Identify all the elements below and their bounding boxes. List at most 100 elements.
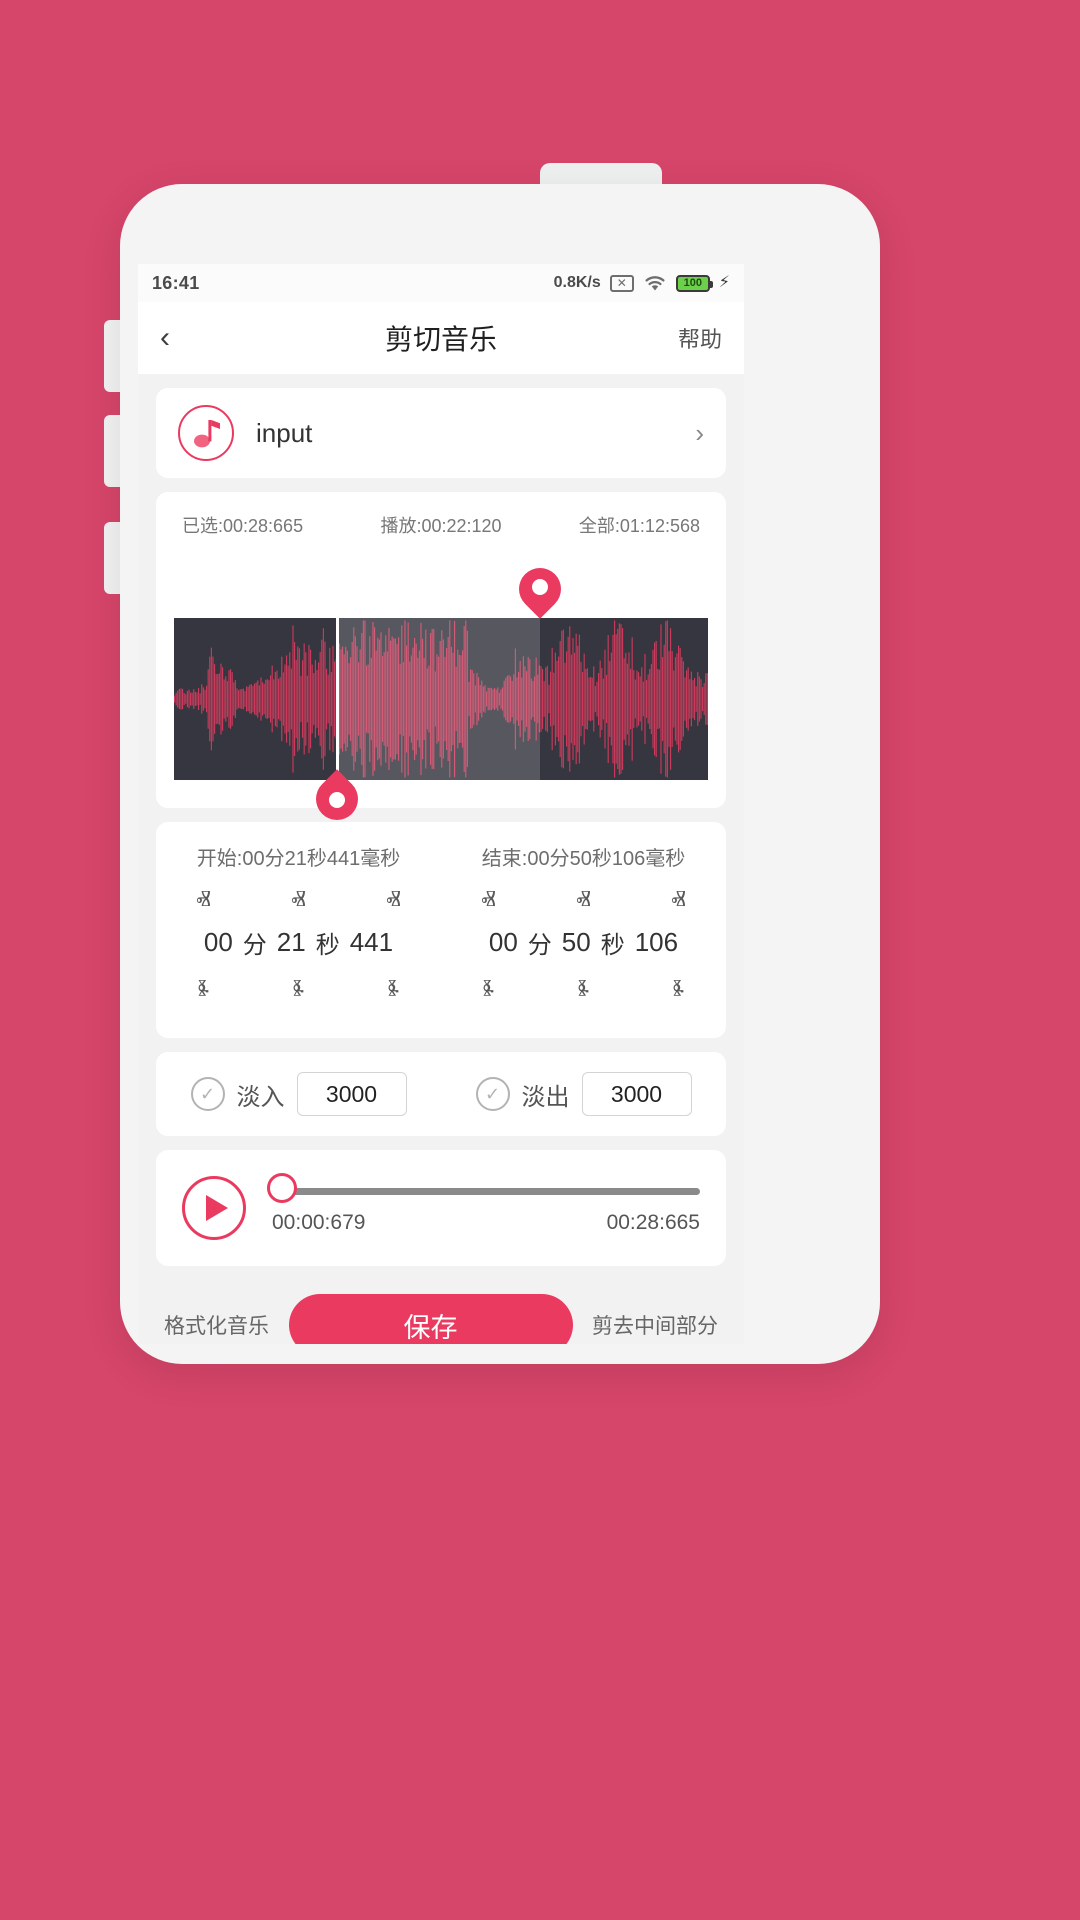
- end-seconds-value: 50: [561, 927, 591, 957]
- start-seconds-value: 21: [276, 927, 306, 957]
- end-handle-pin-icon[interactable]: [510, 559, 570, 624]
- waveform-box[interactable]: [174, 618, 708, 780]
- end-minutes-value: 00: [488, 927, 518, 957]
- chevron-up-icon: ⱏ: [671, 884, 686, 919]
- app-screen: 16:41 0.8K/s ✕ 100 ⚡ ‹ 剪切音乐 帮助 input › 已…: [138, 264, 744, 1344]
- battery-icon: 100: [675, 274, 713, 292]
- start-handle-pin-icon[interactable]: [307, 769, 367, 829]
- stepper-up-row: ⱏ ⱏ ⱏ ⱏ ⱏ ⱏ: [156, 881, 726, 923]
- player-card: 00:00:679 00:28:665: [156, 1150, 726, 1266]
- chevron-down-icon: ⱛ: [292, 973, 305, 1008]
- end-stepper-up-group: ⱏ ⱏ ⱏ: [441, 881, 726, 923]
- time-summary-row: 已选:00:28:665 播放:00:22:120 全部:01:12:568: [156, 508, 726, 538]
- start-seconds-up[interactable]: ⱏ: [251, 881, 346, 923]
- navigation-bar: ‹ 剪切音乐 帮助: [138, 302, 744, 374]
- stepper-labels-row: 开始:00分21秒441毫秒 结束:00分50秒106毫秒: [156, 842, 726, 871]
- format-music-button[interactable]: 格式化音乐: [164, 1310, 269, 1340]
- start-minutes-up[interactable]: ⱏ: [156, 881, 251, 923]
- network-speed-label: 0.8K/s: [553, 274, 601, 291]
- end-time-label: 00:28:665: [606, 1210, 700, 1234]
- status-icons: 0.8K/s ✕ 100 ⚡: [554, 274, 730, 292]
- chevron-up-icon: ⱏ: [386, 884, 401, 919]
- fade-in-input[interactable]: 3000: [296, 1072, 407, 1116]
- bottom-action-bar: 格式化音乐 保存 剪去中间部分: [138, 1280, 744, 1344]
- check-icon: ✓: [484, 1084, 501, 1104]
- start-millis-up[interactable]: ⱏ: [346, 881, 441, 923]
- wifi-icon: [645, 276, 665, 291]
- fade-out-checkbox[interactable]: ✓: [475, 1077, 510, 1111]
- charging-bolt-icon: ⚡: [718, 274, 730, 291]
- play-button[interactable]: [182, 1176, 246, 1240]
- player-progress-group: 00:00:679 00:28:665: [266, 1172, 700, 1235]
- waveform-area[interactable]: [156, 556, 726, 829]
- chevron-up-icon: ⱏ: [576, 884, 591, 919]
- end-seconds-unit: 秒: [600, 932, 625, 959]
- music-note-icon: [178, 405, 234, 461]
- progress-slider[interactable]: [266, 1172, 700, 1203]
- stepper-down-row: ⱛ ⱛ ⱛ ⱛ ⱛ ⱛ: [156, 970, 726, 1012]
- start-millis-down[interactable]: ⱛ: [346, 970, 441, 1012]
- time-stepper-card: 开始:00分21秒441毫秒 结束:00分50秒106毫秒 ⱏ ⱏ ⱏ ⱏ ⱏ …: [156, 822, 726, 1038]
- page-title: 剪切音乐: [384, 324, 497, 355]
- sim-x-glyph: ✕: [616, 276, 627, 290]
- chevron-up-icon: ⱏ: [196, 884, 211, 919]
- start-seconds-unit: 秒: [315, 932, 340, 959]
- total-duration-label: 全部:01:12:568: [578, 516, 700, 536]
- end-millis-up[interactable]: ⱏ: [631, 881, 726, 923]
- playing-position-label: 播放:00:22:120: [380, 516, 502, 536]
- chevron-up-icon: ⱏ: [291, 884, 306, 919]
- play-icon: [206, 1195, 228, 1221]
- current-time-label: 00:00:679: [272, 1210, 366, 1234]
- slider-knob[interactable]: [266, 1172, 297, 1203]
- end-time-label: 结束:00分50秒106毫秒: [481, 848, 686, 870]
- chevron-down-icon: ⱛ: [482, 973, 495, 1008]
- end-seconds-down[interactable]: ⱛ: [536, 970, 631, 1012]
- check-icon: ✓: [199, 1084, 216, 1104]
- fade-in-label: 淡入: [236, 1083, 285, 1111]
- start-stepper-up-group: ⱏ ⱏ ⱏ: [156, 881, 441, 923]
- start-seconds-down[interactable]: ⱛ: [251, 970, 346, 1012]
- file-name-label: input: [256, 417, 313, 448]
- chevron-up-icon: ⱏ: [481, 884, 496, 919]
- end-minutes-down[interactable]: ⱛ: [441, 970, 536, 1012]
- chevron-right-icon: ›: [695, 417, 704, 448]
- selection-start-line: [335, 618, 339, 780]
- fade-out-label: 淡出: [521, 1083, 570, 1111]
- end-millis-value: 106: [634, 927, 679, 957]
- chevron-down-icon: ⱛ: [672, 973, 685, 1008]
- waveform-card: 已选:00:28:665 播放:00:22:120 全部:01:12:568: [156, 492, 726, 829]
- end-millis-down[interactable]: ⱛ: [631, 970, 726, 1012]
- file-selector-row[interactable]: input ›: [156, 388, 726, 478]
- chevron-down-icon: ⱛ: [577, 973, 590, 1008]
- battery-level-label: 100: [683, 276, 702, 289]
- selected-duration-label: 已选:00:28:665: [182, 516, 304, 536]
- fade-card: ✓ 淡入 3000 ✓ 淡出 3000: [156, 1052, 726, 1136]
- stepper-values-row: 00 分 21 秒 441 00 分 50 秒 106: [156, 925, 726, 960]
- start-minutes-value: 00: [203, 927, 233, 957]
- chevron-down-icon: ⱛ: [197, 973, 210, 1008]
- start-minutes-down[interactable]: ⱛ: [156, 970, 251, 1012]
- player-time-row: 00:00:679 00:28:665: [272, 1211, 700, 1235]
- fade-out-group: ✓ 淡出 3000: [441, 1072, 726, 1116]
- help-button[interactable]: 帮助: [678, 322, 722, 354]
- save-button[interactable]: 保存: [288, 1294, 573, 1344]
- end-time-value: 00 分 50 秒 106: [441, 925, 726, 960]
- start-millis-value: 441: [349, 927, 394, 957]
- end-minutes-up[interactable]: ⱏ: [441, 881, 536, 923]
- fade-in-checkbox[interactable]: ✓: [190, 1077, 225, 1111]
- start-stepper-down-group: ⱛ ⱛ ⱛ: [156, 970, 441, 1012]
- start-time-label: 开始:00分21秒441毫秒: [196, 848, 401, 870]
- status-clock: 16:41: [152, 272, 200, 293]
- end-seconds-up[interactable]: ⱏ: [536, 881, 631, 923]
- chevron-down-icon: ⱛ: [387, 973, 400, 1008]
- start-time-value: 00 分 21 秒 441: [156, 925, 441, 960]
- start-minutes-unit: 分: [242, 932, 267, 959]
- fade-out-input[interactable]: 3000: [581, 1072, 692, 1116]
- end-minutes-unit: 分: [527, 932, 552, 959]
- trim-middle-button[interactable]: 剪去中间部分: [592, 1310, 718, 1340]
- sim-card-disabled-icon: ✕: [609, 274, 634, 292]
- waveform-graphic: [174, 620, 708, 778]
- end-stepper-down-group: ⱛ ⱛ ⱛ: [441, 970, 726, 1012]
- status-bar: 16:41 0.8K/s ✕ 100 ⚡: [138, 264, 744, 302]
- fade-in-group: ✓ 淡入 3000: [156, 1072, 441, 1116]
